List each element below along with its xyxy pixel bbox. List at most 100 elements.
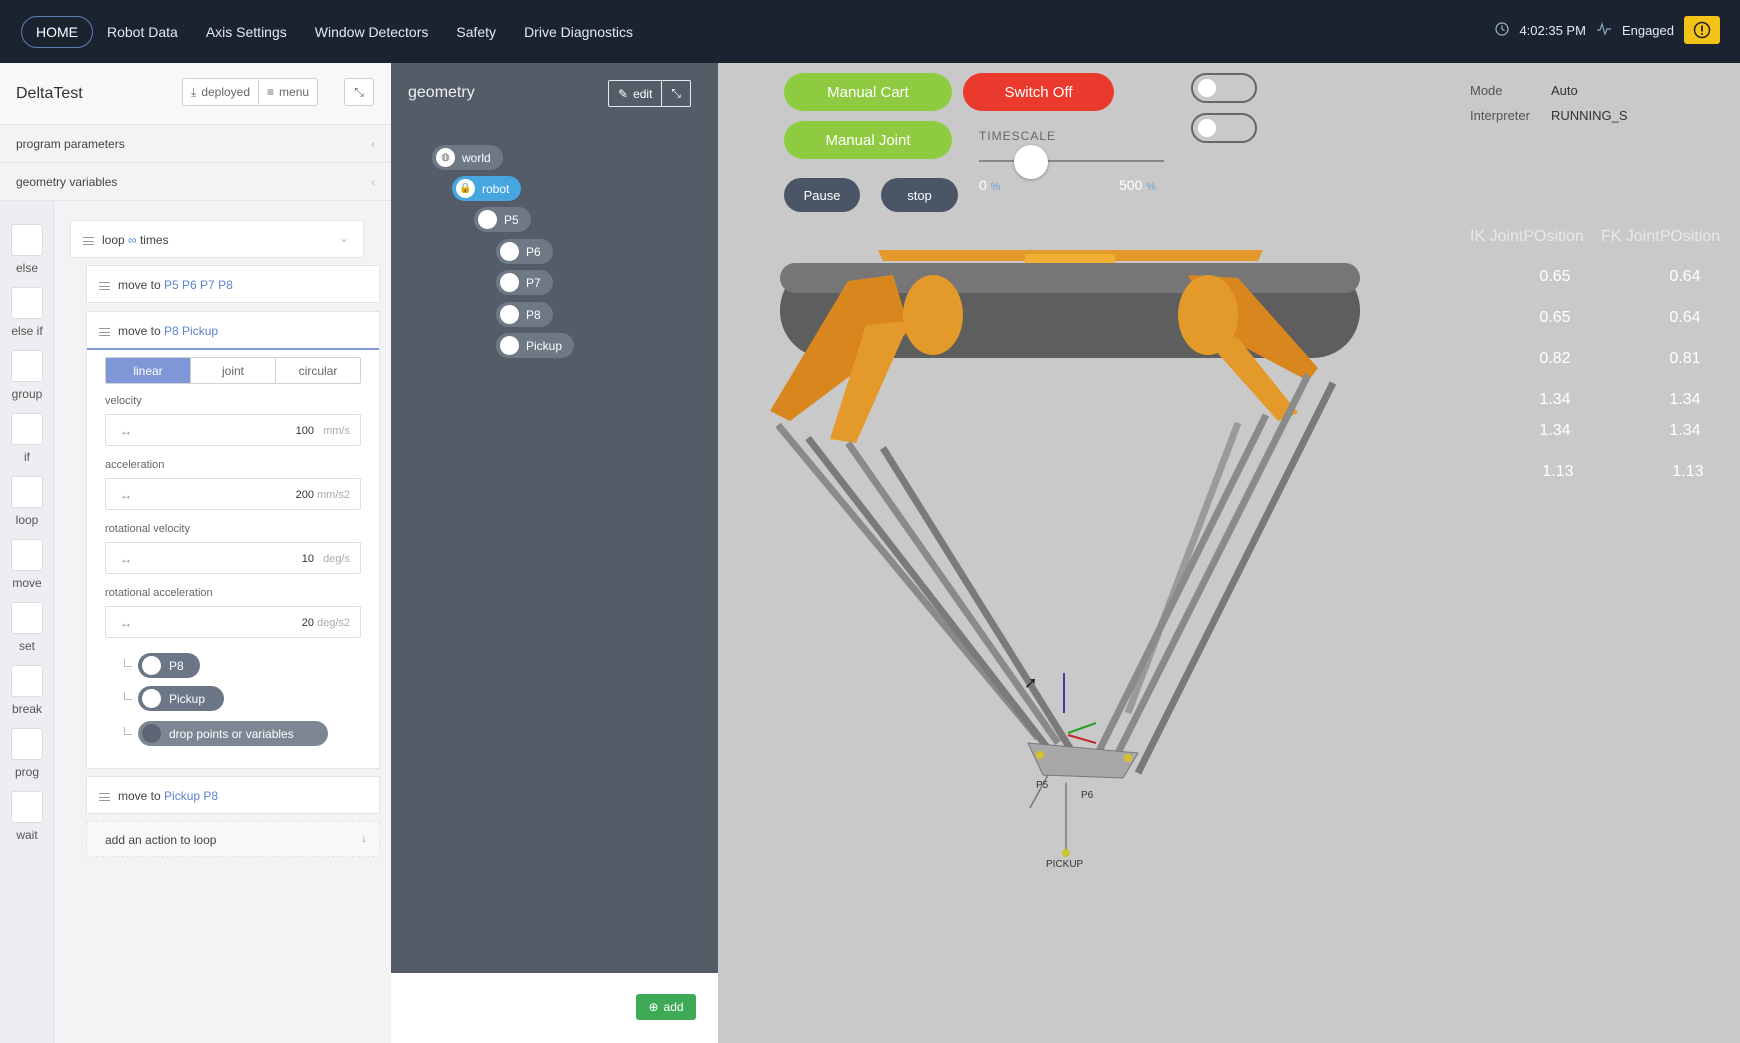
timescale-label: TIMESCALE: [979, 129, 1057, 143]
mode-joint[interactable]: joint: [191, 358, 276, 383]
tool-label: if: [24, 450, 30, 464]
velocity-field[interactable]: ↔ 100 mm/s: [105, 414, 361, 446]
move-label: move to: [118, 324, 161, 338]
point-chip-p8[interactable]: P8: [138, 653, 200, 678]
tool-move[interactable]: move: [0, 539, 54, 590]
geometry-variables-row[interactable]: geometry variables ‹: [0, 163, 391, 201]
rotational-acceleration-label: rotational acceleration: [105, 587, 213, 599]
tree-node-p5[interactable]: P5: [474, 207, 531, 232]
tool-if[interactable]: if: [0, 413, 54, 464]
tool-label: wait: [16, 828, 38, 842]
chip-label: drop points or variables: [169, 726, 294, 741]
collapse-left-button[interactable]: ⤡: [344, 78, 374, 106]
globe-icon: ◍: [436, 148, 455, 167]
add-action-drop[interactable]: add an action to loop ↓: [86, 821, 380, 857]
download-icon: ⤓: [191, 84, 197, 99]
fk-value: 1.34: [1669, 391, 1701, 408]
engaged-status: Engaged: [1621, 22, 1674, 38]
timescale-slider-track[interactable]: [979, 160, 1164, 162]
move-header[interactable]: move to P8 Pickup: [87, 312, 379, 350]
rotational-velocity-label: rotational velocity: [105, 523, 190, 535]
chevron-down-icon[interactable]: ⌄: [339, 231, 349, 245]
nav-window-detectors[interactable]: Window Detectors: [301, 24, 443, 40]
drag-handle-icon[interactable]: [99, 792, 110, 801]
geometry-pane: [391, 63, 718, 973]
add-geometry-button[interactable]: ⊕ add: [636, 994, 696, 1020]
switch-off-button[interactable]: Switch Off: [963, 73, 1114, 111]
percent-unit: %: [1146, 181, 1157, 193]
tool-wait[interactable]: wait: [0, 791, 54, 842]
move-block[interactable]: move to Pickup P8: [86, 776, 380, 814]
deployed-button[interactable]: ⤓ deployed: [183, 79, 260, 105]
nav-safety[interactable]: Safety: [442, 24, 510, 40]
point-chip-pickup[interactable]: Pickup: [138, 686, 224, 711]
drag-handle-icon[interactable]: [83, 236, 94, 245]
tree-node-p6[interactable]: P6: [496, 239, 553, 264]
manual-cart-button[interactable]: Manual Cart: [784, 73, 952, 111]
edit-button[interactable]: ✎ edit: [609, 81, 663, 106]
stop-button[interactable]: stop: [881, 178, 958, 212]
nav-axis-settings[interactable]: Axis Settings: [192, 24, 301, 40]
move-targets[interactable]: Pickup P8: [164, 789, 218, 803]
menu-button[interactable]: ≡ menu: [259, 79, 317, 105]
fk-value: 1.34: [1669, 422, 1701, 439]
rotational-acceleration-field[interactable]: ↔ 20 deg/s2: [105, 606, 361, 638]
collapse-geometry-button[interactable]: ⤡: [662, 81, 690, 106]
move-targets[interactable]: P5 P6 P7 P8: [164, 278, 233, 292]
ik-value: 1.34: [1539, 391, 1571, 408]
geometry-title: geometry: [408, 84, 475, 101]
tree-node-pickup[interactable]: Pickup: [496, 333, 575, 358]
tree-connector: [124, 659, 132, 667]
warning-button[interactable]: [1684, 16, 1720, 44]
pencil-icon: ✎: [618, 86, 629, 101]
field-unit: mm/s: [323, 425, 350, 437]
manual-joint-button[interactable]: Manual Joint: [784, 121, 952, 159]
nav-drive-diagnostics[interactable]: Drive Diagnostics: [510, 24, 647, 40]
times-label: times: [139, 233, 169, 247]
min-value: 0: [979, 177, 987, 193]
tool-else[interactable]: else: [0, 224, 54, 275]
drag-handle-icon[interactable]: [99, 327, 110, 336]
acceleration-field[interactable]: ↔ 200 mm/s2: [105, 478, 361, 510]
tool-else-if[interactable]: else if: [0, 287, 54, 338]
motion-type-selector: linear joint circular: [105, 357, 361, 384]
program-parameters-row[interactable]: program parameters ‹: [0, 125, 391, 163]
tool-prog[interactable]: prog: [0, 728, 54, 779]
pause-button[interactable]: Pause: [784, 178, 860, 212]
toggle-switch-1[interactable]: [1191, 73, 1257, 103]
tool-label: loop: [15, 513, 39, 527]
tool-break[interactable]: break: [0, 665, 54, 716]
tree-node-robot[interactable]: 🔒 robot: [452, 176, 522, 201]
tool-label: else: [15, 261, 38, 275]
timescale-slider-knob[interactable]: [1013, 145, 1048, 179]
ik-value: 0.82: [1539, 350, 1571, 367]
tree-node-p8[interactable]: P8: [496, 302, 553, 327]
max-value: 500: [1119, 177, 1143, 193]
deployed-label: deployed: [201, 85, 251, 99]
loop-block[interactable]: loop ∞ times ⌄: [70, 220, 364, 258]
plus-circle-icon: ⊕: [648, 1000, 659, 1014]
toggle-switch-2[interactable]: [1191, 113, 1257, 143]
nav-robot-data[interactable]: Robot Data: [93, 24, 192, 40]
mode-circular[interactable]: circular: [276, 358, 360, 383]
tree-node-world[interactable]: ◍ world: [432, 145, 503, 170]
nav-home[interactable]: HOME: [21, 15, 93, 48]
drop-zone-chip[interactable]: drop points or variables: [138, 721, 328, 746]
drag-handle-icon[interactable]: [99, 281, 110, 290]
tree-node-p7[interactable]: P7: [496, 270, 553, 295]
move-targets[interactable]: P8 Pickup: [164, 324, 218, 338]
arrow-down-icon: ↓: [361, 831, 367, 845]
scene-label-p6: P6: [1081, 790, 1094, 801]
robot-3d-viewport[interactable]: P5 P6 PICKUP ➚: [718, 63, 1740, 1043]
mode-linear[interactable]: linear: [106, 358, 191, 383]
tool-set[interactable]: set: [0, 602, 54, 653]
tool-group[interactable]: group: [0, 350, 54, 401]
lock-icon: 🔒: [456, 179, 475, 198]
ik-header: IK JointPOsition: [1470, 228, 1584, 245]
tool-loop[interactable]: loop: [0, 476, 54, 527]
rotational-velocity-field[interactable]: ↔ 10 deg/s: [105, 542, 361, 574]
chip-label: P8: [169, 658, 184, 673]
collapse-icon: ⤡: [354, 84, 364, 99]
resize-arrows-icon: ↔: [120, 552, 132, 566]
move-block[interactable]: move to P5 P6 P7 P8: [86, 265, 380, 303]
